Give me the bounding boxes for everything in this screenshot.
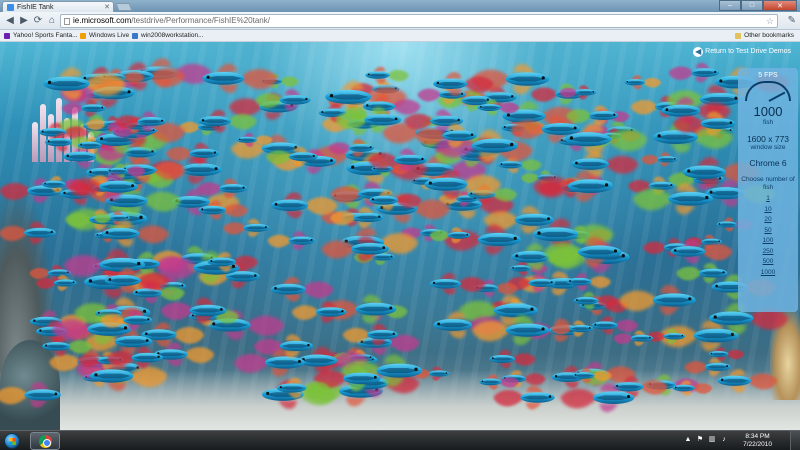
chrome-icon (39, 435, 52, 448)
new-tab-button[interactable] (115, 3, 133, 11)
windows-live-icon (80, 32, 86, 39)
fps-readout: 5 FPS (758, 72, 778, 79)
betta-fish (160, 297, 227, 324)
betta-fish (684, 357, 731, 376)
fish-count-option-1000[interactable]: 1000 (738, 268, 798, 279)
bookmarks-bar: Yahoo! Sports Fanta... Windows Live win2… (0, 30, 800, 42)
return-link-label: Return to Test Drive Demos (705, 48, 791, 55)
betta-fish (202, 63, 278, 94)
fish-count-label: fish (762, 119, 774, 126)
bookmark-yahoo[interactable]: Yahoo! Sports Fanta... (4, 32, 78, 39)
fish-school (0, 58, 790, 413)
tray-action-center-icon[interactable]: ⚑ (696, 435, 704, 444)
bookmark-windows-live[interactable]: Windows Live (80, 32, 129, 39)
betta-fish (591, 316, 638, 335)
betta-fish (566, 272, 611, 291)
betta-fish (676, 263, 728, 284)
show-desktop-button[interactable] (790, 431, 800, 450)
fish-count-option-50[interactable]: 50 (738, 226, 798, 237)
betta-fish (270, 276, 334, 302)
other-bookmarks-label: Other bookmarks (744, 32, 794, 39)
window-size-label: window size (750, 144, 786, 151)
betta-fish (668, 62, 720, 83)
fish-count-option-250[interactable]: 250 (738, 247, 798, 258)
betta-fish (613, 330, 653, 346)
control-panel: 5 FPS 1000 fish 1600 x 773 window size C… (738, 68, 798, 312)
fps-gauge (745, 81, 791, 102)
browser-name: Chrome 6 (749, 158, 787, 168)
address-bar[interactable]: ie.microsoft.com/testdrive/Performance/F… (60, 14, 778, 28)
window-controls: – □ ✕ (719, 0, 797, 11)
betta-fish (0, 221, 57, 244)
forward-button[interactable]: ▶ (18, 15, 30, 27)
maximize-button[interactable]: □ (741, 0, 763, 11)
betta-fish (493, 385, 555, 410)
browser-toolbar: ◀ ▶ ⟳ ⌂ ie.microsoft.com/testdrive/Perfo… (0, 12, 800, 30)
fish-count-option-20[interactable]: 20 (738, 215, 798, 226)
window-size: 1600 x 773 (746, 134, 790, 144)
tray-volume-icon[interactable]: ♪ (720, 435, 728, 444)
fish-count-option-100[interactable]: 100 (738, 236, 798, 247)
betta-fish (365, 66, 409, 84)
fish-count-options: 1 10 20 50 100 250 500 1000 (738, 194, 798, 278)
fish-tank-viewport: ◀ Return to Test Drive Demos 5 FPS 1000 … (0, 42, 800, 430)
folder-icon (735, 32, 742, 39)
fish-count-option-1[interactable]: 1 (738, 194, 798, 205)
taskbar-clock[interactable]: 8:34 PM 7/22/2010 (743, 433, 772, 449)
page-favicon-icon (7, 4, 14, 11)
fish-count-option-500[interactable]: 500 (738, 257, 798, 268)
betta-fish (0, 382, 61, 408)
wrench-menu-icon[interactable]: ✎ (788, 15, 796, 26)
close-window-button[interactable]: ✕ (763, 0, 797, 11)
bookmark-star-icon[interactable]: ☆ (766, 15, 774, 27)
fish-count: 1000 (753, 104, 783, 119)
minimize-button[interactable]: – (719, 0, 741, 11)
back-arrow-icon: ◀ (693, 47, 704, 57)
betta-fish (223, 218, 270, 237)
page-icon (132, 32, 138, 39)
windows-taskbar: ▲ ⚑ ▥ ♪ 8:34 PM 7/22/2010 (0, 430, 800, 450)
clock-date: 7/22/2010 (743, 441, 772, 448)
bookmark-label: Windows Live (89, 32, 130, 39)
yahoo-icon (4, 32, 10, 39)
clock-time: 8:34 PM (745, 433, 770, 440)
start-button[interactable] (4, 433, 20, 449)
choose-fish-label: Choose number of fish (741, 176, 795, 191)
page-icon (64, 18, 70, 25)
tray-arrow-icon[interactable]: ▲ (684, 435, 692, 444)
betta-fish (618, 284, 696, 316)
return-to-demos-link[interactable]: ◀ Return to Test Drive Demos (691, 46, 796, 58)
gauge-needle (768, 91, 786, 102)
betta-fish (489, 349, 536, 369)
back-button[interactable]: ◀ (4, 15, 16, 27)
windows-logo-icon (9, 438, 16, 445)
bookmark-label: win2008workstation... (141, 32, 204, 39)
home-button[interactable]: ⌂ (46, 15, 58, 27)
betta-fish (641, 152, 678, 167)
betta-fish (624, 75, 662, 90)
title-bar: FishIE Tank ✕ – □ ✕ (0, 0, 800, 13)
taskbar-chrome-button[interactable] (30, 432, 60, 450)
tray-network-icon[interactable]: ▥ (708, 435, 716, 444)
bookmark-win2008[interactable]: win2008workstation... (132, 32, 204, 39)
url-host: ie.microsoft.com (73, 16, 132, 25)
url-path: /testdrive/Performance/FishIE%20tank/ (131, 16, 270, 25)
bookmark-label: Yahoo! Sports Fanta... (13, 32, 78, 39)
tab-close-icon[interactable]: ✕ (104, 3, 110, 11)
system-tray: ▲ ⚑ ▥ ♪ (684, 435, 728, 444)
betta-fish (530, 83, 586, 105)
betta-fish (717, 369, 778, 393)
reload-button[interactable]: ⟳ (32, 15, 44, 27)
fish-count-option-10[interactable]: 10 (738, 205, 798, 216)
tab-title: FishIE Tank (17, 4, 54, 11)
betta-fish (267, 231, 316, 250)
betta-fish (429, 272, 486, 295)
other-bookmarks[interactable]: Other bookmarks (735, 32, 794, 39)
